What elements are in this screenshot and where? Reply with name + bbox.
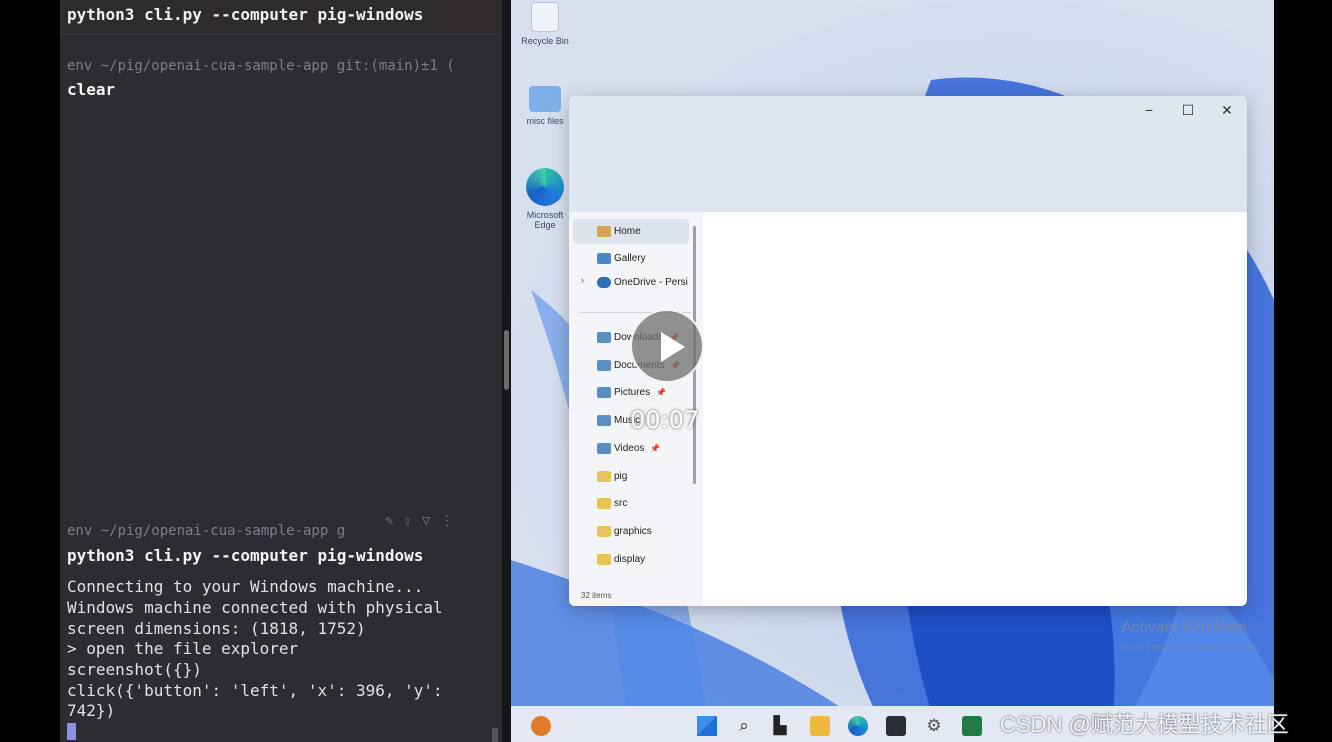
terminal-output-line: Connecting to your Windows machine... (67, 577, 424, 596)
folder-icon (529, 86, 561, 112)
nav-item-src[interactable]: src (597, 492, 627, 514)
terminal-toolbar-icons[interactable]: ✎⇪▽⋮ (385, 513, 464, 529)
nav-item-label: src (614, 497, 628, 509)
nav-item-label: pig (614, 470, 628, 482)
downloads-icon (597, 331, 611, 343)
desktop-icon-misc-files[interactable]: misc files (515, 86, 575, 126)
nav-item-label: OneDrive - Persi (614, 276, 688, 288)
terminal-title: python3 cli.py --computer pig-windows (60, 0, 502, 34)
activate-windows-subtitle: Go to Settings to activate Windows. (1121, 642, 1264, 652)
excel-icon[interactable] (962, 716, 982, 736)
videos-icon (597, 442, 611, 454)
folder-icon (597, 553, 611, 565)
pictures-icon (597, 386, 611, 398)
folder-icon (597, 525, 611, 537)
documents-icon (597, 359, 611, 371)
widgets-icon[interactable] (531, 716, 551, 736)
terminal-command: python3 cli.py --computer pig-windows (67, 546, 424, 565)
folder-icon (597, 497, 611, 509)
nav-item-gallery[interactable]: Gallery (597, 247, 646, 269)
nav-item-onedrive[interactable]: OneDrive - Persi (597, 271, 688, 293)
desktop-icon-label: Microsoft Edge (526, 210, 564, 230)
nav-item-label: Gallery (614, 252, 646, 264)
terminal-output-line: screenshot({}) (67, 660, 202, 679)
nav-item-label: Videos (614, 442, 645, 454)
terminal-scrollbar[interactable] (492, 728, 498, 742)
divider-grip[interactable] (504, 330, 509, 390)
pin-icon: 📌 (656, 387, 667, 397)
nav-item-label: Pictures (614, 386, 651, 398)
pin-icon: 📌 (650, 443, 661, 453)
status-bar-item-count: 32 items (581, 591, 612, 600)
playback-time: 00:07 (630, 406, 700, 434)
terminal-prompt: env ~/pig/openai-cua-sample-app git:(mai… (67, 58, 455, 74)
terminal-prompt: env ~/pig/openai-cua-sample-app g (67, 523, 346, 539)
minimize-button[interactable]: − (1134, 99, 1164, 121)
edge-icon (526, 168, 564, 206)
folder-icon (597, 470, 611, 482)
music-icon (597, 414, 611, 426)
recycle-bin-icon (531, 2, 559, 32)
nav-item-label: graphics (614, 525, 652, 537)
gallery-icon (597, 252, 611, 264)
desktop-icon-label: Recycle Bin (521, 36, 569, 46)
terminal-output-line: Windows machine connected with physical (67, 598, 443, 617)
terminal-cursor (67, 723, 76, 740)
play-button[interactable] (630, 309, 704, 383)
start-icon[interactable] (697, 716, 717, 736)
desktop-icon-edge[interactable]: Microsoft Edge (515, 168, 575, 230)
edge-icon[interactable] (848, 716, 868, 736)
desktop-icon-label: misc files (526, 116, 564, 126)
nav-item-label: Home (614, 225, 641, 237)
nav-item-pictures[interactable]: Pictures 📌 (597, 381, 666, 403)
nav-item-home[interactable]: Home (597, 220, 641, 242)
cloud-icon (597, 276, 611, 288)
chevron-right-icon[interactable]: › (581, 275, 584, 285)
explorer-titlebar[interactable]: − ☐ ✕ (569, 96, 1247, 212)
nav-item-display[interactable]: display (597, 548, 645, 570)
terminal-output-line: 742}) (67, 701, 116, 720)
terminal-output-line: > open the file explorer (67, 639, 299, 658)
search-icon[interactable]: ⌕ (734, 716, 754, 736)
home-icon (597, 225, 611, 237)
activate-windows-title: Activate Windows (1121, 619, 1248, 636)
file-explorer-icon[interactable] (810, 716, 830, 736)
terminal-command: clear (67, 80, 116, 99)
nav-item-graphics[interactable]: graphics (597, 520, 652, 542)
task-view-icon[interactable]: ▙ (770, 716, 790, 736)
settings-icon[interactable]: ⚙ (924, 716, 944, 736)
close-button[interactable]: ✕ (1212, 99, 1242, 121)
nav-item-pig[interactable]: pig (597, 465, 627, 487)
terminal-output-line: click({'button': 'left', 'x': 396, 'y': (67, 681, 443, 700)
terminal-window[interactable]: python3 cli.py --computer pig-windows en… (60, 0, 502, 742)
maximize-button[interactable]: ☐ (1173, 99, 1203, 121)
desktop-icon-recycle-bin[interactable]: Recycle Bin (515, 2, 575, 46)
watermark: CSDN @赋范大模型技术社区 (1000, 712, 1289, 737)
nav-item-label: display (614, 553, 646, 565)
terminal-output-line: screen dimensions: (1818, 1752) (67, 619, 366, 638)
nav-item-videos[interactable]: Videos 📌 (597, 437, 660, 459)
terminal-icon[interactable] (886, 716, 906, 736)
